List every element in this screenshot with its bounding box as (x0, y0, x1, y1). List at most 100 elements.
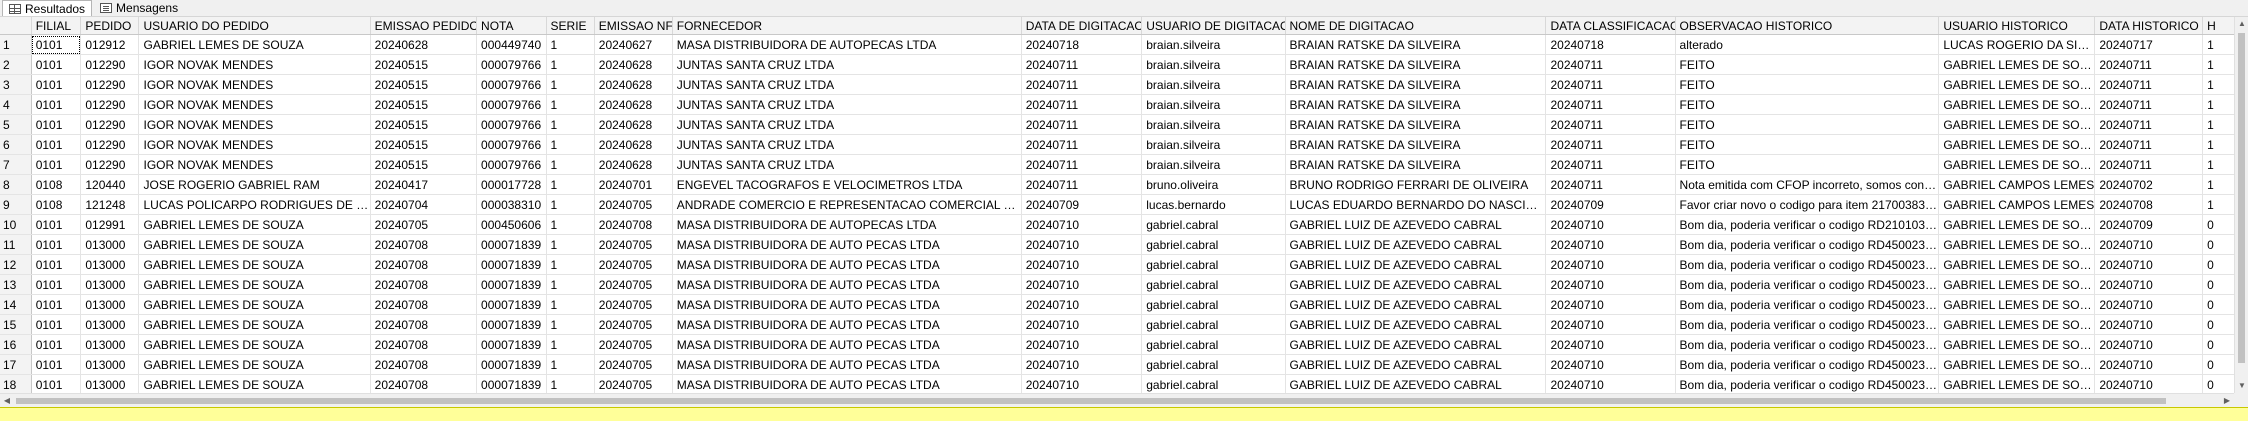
table-cell[interactable]: JUNTAS SANTA CRUZ LTDA (672, 54, 1022, 75)
table-cell[interactable]: GABRIEL LEMES DE SOUZA (138, 374, 371, 393)
table-cell[interactable]: GABRIEL LEMES DE SOUZA (138, 334, 371, 355)
table-cell[interactable]: 20240515 (370, 94, 478, 115)
table-cell[interactable]: 1 (2202, 134, 2234, 155)
table-cell[interactable]: Bom dia, poderia verificar o codigo RD45… (1675, 294, 1940, 315)
table-cell[interactable]: 1 (546, 254, 595, 275)
table-cell[interactable]: GABRIEL LEMES DE SOUZA (1938, 334, 2096, 355)
table-cell[interactable]: GABRIEL LUIZ DE AZEVEDO CABRAL (1285, 214, 1547, 235)
table-cell[interactable]: 20240717 (2094, 34, 2204, 55)
row-number[interactable]: 12 (0, 254, 32, 275)
table-cell[interactable]: gabriel.cabral (1141, 354, 1286, 375)
table-cell[interactable]: IGOR NOVAK MENDES (138, 114, 371, 135)
table-cell[interactable]: 1 (546, 34, 595, 55)
table-cell[interactable]: GABRIEL CAMPOS LEMES (1938, 174, 2096, 195)
table-row[interactable]: 1 0101 012912 GABRIEL LEMES DE SOUZA 2024062… (0, 34, 2234, 55)
table-cell[interactable]: FEITO (1675, 54, 1940, 75)
table-cell[interactable]: 1 (546, 374, 595, 393)
scroll-down-icon[interactable]: ▼ (2235, 379, 2248, 393)
horizontal-scrollbar[interactable]: ◀ ▶ (0, 393, 2234, 407)
table-cell[interactable]: 20240710 (1545, 314, 1676, 335)
table-cell[interactable]: GABRIEL LEMES DE SOUZA (1938, 254, 2096, 275)
table-cell[interactable]: 20240628 (594, 134, 673, 155)
table-cell[interactable]: gabriel.cabral (1141, 314, 1286, 335)
table-cell[interactable]: 1 (546, 194, 595, 215)
table-cell[interactable]: LUCAS EDUARDO BERNARDO DO NASCIMENTO (1285, 194, 1547, 215)
table-cell[interactable]: 20240711 (1545, 94, 1676, 115)
table-row[interactable]: 18 0101 013000 GABRIEL LEMES DE SOUZA 202407… (0, 374, 2234, 393)
table-cell[interactable]: 20240710 (1545, 294, 1676, 315)
table-cell[interactable]: 000079766 (476, 154, 547, 175)
table-cell[interactable]: 20240705 (594, 254, 673, 275)
table-cell[interactable]: 012290 (80, 54, 140, 75)
table-cell[interactable]: 000079766 (476, 134, 547, 155)
table-cell[interactable]: 000071839 (476, 234, 547, 255)
table-cell[interactable]: BRAIAN RATSKE DA SILVEIRA (1285, 54, 1547, 75)
table-cell[interactable]: GABRIEL LEMES DE SOUZA (138, 314, 371, 335)
table-cell[interactable]: braian.silveira (1141, 94, 1286, 115)
row-number[interactable]: 4 (0, 94, 32, 115)
table-row[interactable]: 17 0101 013000 GABRIEL LEMES DE SOUZA 202407… (0, 354, 2234, 375)
table-cell[interactable]: IGOR NOVAK MENDES (138, 54, 371, 75)
table-cell[interactable]: 20240710 (2094, 374, 2204, 393)
table-cell[interactable]: 20240711 (1021, 74, 1143, 95)
table-cell[interactable]: 000017728 (476, 174, 547, 195)
table-cell[interactable]: 20240711 (2094, 154, 2204, 175)
table-cell[interactable]: GABRIEL LEMES DE SOUZA (138, 214, 371, 235)
table-cell[interactable]: 20240628 (594, 94, 673, 115)
table-cell[interactable]: JUNTAS SANTA CRUZ LTDA (672, 74, 1022, 95)
table-cell[interactable]: 20240710 (1021, 274, 1143, 295)
table-cell[interactable]: 012912 (80, 34, 140, 55)
table-cell[interactable]: 20240705 (594, 374, 673, 393)
table-cell[interactable]: 20240515 (370, 134, 478, 155)
table-cell[interactable]: 0101 (31, 234, 82, 255)
table-cell[interactable]: 20240705 (594, 334, 673, 355)
table-cell[interactable]: 20240711 (1021, 174, 1143, 195)
table-cell[interactable]: MASA DISTRIBUIDORA DE AUTO PECAS LTDA (672, 334, 1022, 355)
table-cell[interactable]: MASA DISTRIBUIDORA DE AUTO PECAS LTDA (672, 374, 1022, 393)
table-cell[interactable]: 20240710 (1021, 234, 1143, 255)
table-cell[interactable]: 000071839 (476, 254, 547, 275)
table-cell[interactable]: 20240710 (1021, 314, 1143, 335)
table-cell[interactable]: 013000 (80, 234, 140, 255)
table-cell[interactable]: braian.silveira (1141, 54, 1286, 75)
row-number[interactable]: 7 (0, 154, 32, 175)
table-cell[interactable]: 1 (546, 354, 595, 375)
table-cell[interactable]: 1 (546, 314, 595, 335)
table-cell[interactable]: MASA DISTRIBUIDORA DE AUTOPECAS LTDA (672, 214, 1022, 235)
table-row[interactable]: 12 0101 013000 GABRIEL LEMES DE SOUZA 202407… (0, 254, 2234, 275)
table-cell[interactable]: GABRIEL CAMPOS LEMES (1938, 194, 2096, 215)
table-cell[interactable]: GABRIEL LUIZ DE AZEVEDO CABRAL (1285, 274, 1547, 295)
row-number[interactable]: 16 (0, 334, 32, 355)
table-cell[interactable]: 0101 (31, 34, 82, 55)
column-header[interactable]: OBSERVACAO HISTORICO (1675, 17, 1940, 35)
table-cell[interactable]: 20240711 (2094, 54, 2204, 75)
table-cell[interactable]: FEITO (1675, 114, 1940, 135)
tab-resultados[interactable]: Resultados (2, 0, 93, 16)
table-cell[interactable]: 20240710 (1021, 354, 1143, 375)
table-cell[interactable]: 012290 (80, 94, 140, 115)
table-cell[interactable]: GABRIEL LEMES DE SOUZA (1938, 234, 2096, 255)
table-cell[interactable]: 20240709 (1545, 194, 1676, 215)
row-number[interactable]: 15 (0, 314, 32, 335)
table-cell[interactable]: 1 (2202, 34, 2234, 55)
column-header[interactable]: DATA HISTORICO (2094, 17, 2204, 35)
table-cell[interactable]: 1 (546, 294, 595, 315)
table-cell[interactable]: 0101 (31, 354, 82, 375)
table-cell[interactable]: 0101 (31, 254, 82, 275)
table-cell[interactable]: 1 (546, 54, 595, 75)
table-cell[interactable]: 20240710 (1545, 334, 1676, 355)
column-header[interactable]: FORNECEDOR (672, 17, 1022, 35)
table-cell[interactable]: 013000 (80, 354, 140, 375)
table-cell[interactable]: 20240710 (2094, 334, 2204, 355)
table-cell[interactable]: 0101 (31, 54, 82, 75)
table-cell[interactable]: 20240515 (370, 154, 478, 175)
table-cell[interactable]: GABRIEL LUIZ DE AZEVEDO CABRAL (1285, 334, 1547, 355)
table-cell[interactable]: MASA DISTRIBUIDORA DE AUTO PECAS LTDA (672, 354, 1022, 375)
table-row[interactable]: 3 0101 012290 IGOR NOVAK MENDES 20240515 0000… (0, 74, 2234, 95)
row-number[interactable]: 10 (0, 214, 32, 235)
row-number-header[interactable] (0, 17, 32, 35)
table-cell[interactable]: 20240515 (370, 54, 478, 75)
row-number[interactable]: 17 (0, 354, 32, 375)
table-cell[interactable]: GABRIEL LUIZ DE AZEVEDO CABRAL (1285, 314, 1547, 335)
table-cell[interactable]: LUCAS ROGERIO DA SILVA (1938, 34, 2096, 55)
